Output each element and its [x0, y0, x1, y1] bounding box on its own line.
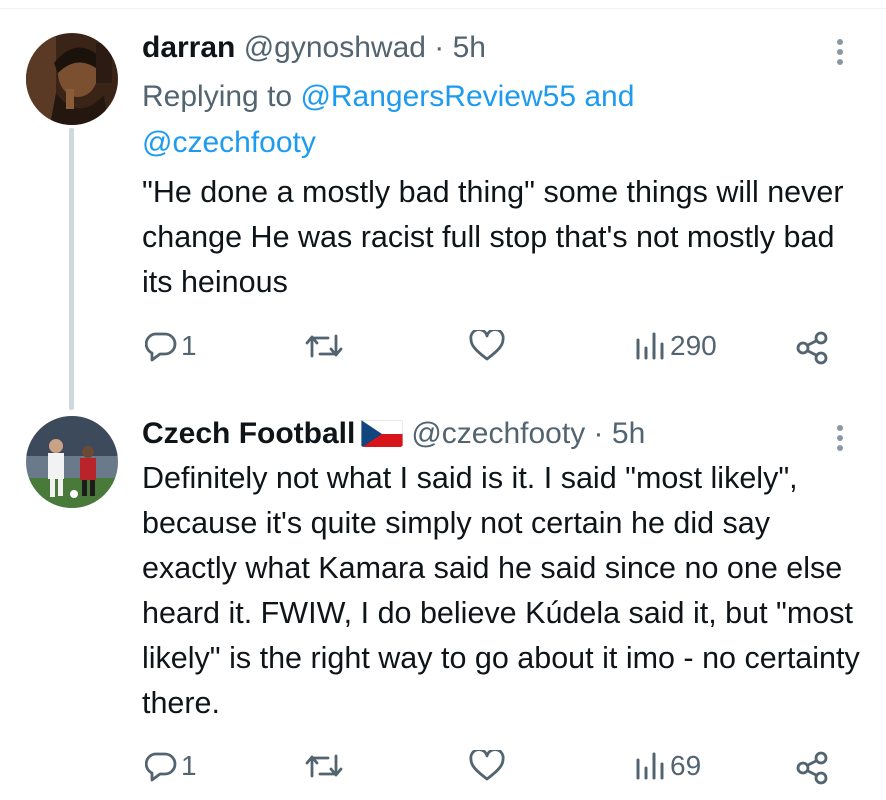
- tweet-darran[interactable]: darran @gynoshwad · 5h Replying to @Rang…: [0, 0, 886, 410]
- tweet-text: "He done a mostly bad thing" some things…: [142, 175, 844, 299]
- views-count: 69: [670, 750, 702, 781]
- reply-count: 1: [181, 750, 197, 781]
- avatar-darran[interactable]: [26, 33, 118, 125]
- separator: ·: [425, 31, 453, 64]
- handle[interactable]: @gynoshwad: [244, 31, 426, 64]
- timestamp[interactable]: 5h: [453, 31, 486, 64]
- views-icon: [636, 332, 664, 360]
- views-button[interactable]: 290: [634, 330, 717, 362]
- tweet-header: darran @gynoshwad · 5h: [142, 28, 486, 68]
- retweet-button[interactable]: [304, 330, 344, 362]
- display-name[interactable]: Czech Football: [142, 417, 355, 450]
- czech-flag-icon: [361, 419, 404, 447]
- views-button[interactable]: 69: [634, 750, 701, 782]
- retweet-button[interactable]: [304, 750, 344, 782]
- more-icon[interactable]: [826, 422, 854, 458]
- share-button[interactable]: [794, 750, 830, 786]
- handle[interactable]: @czechfooty: [411, 417, 585, 450]
- share-icon: [796, 331, 828, 365]
- retweet-icon: [305, 334, 343, 358]
- tweet-header: Czech Football @czechfooty · 5h: [142, 414, 645, 454]
- views-icon: [636, 752, 664, 780]
- replying-to: Replying to @RangersReview55 and @czechf…: [142, 74, 862, 166]
- tweet-czech-football[interactable]: Czech Football @czechfooty · 5h Definitel…: [0, 410, 886, 800]
- reply-prefix: Replying to: [142, 80, 301, 113]
- share-button[interactable]: [794, 330, 830, 366]
- separator: ·: [585, 417, 612, 450]
- reply-button[interactable]: 1: [145, 750, 197, 782]
- like-icon: [469, 330, 505, 361]
- reply-and[interactable]: and: [576, 80, 634, 113]
- views-count: 290: [670, 330, 717, 361]
- avatar-czech-football[interactable]: [26, 416, 118, 508]
- action-bar: 1 290: [0, 330, 886, 370]
- mention-link[interactable]: @RangersReview55: [300, 80, 576, 113]
- display-name[interactable]: darran: [142, 31, 235, 64]
- reply-icon: [145, 332, 177, 362]
- mention-link[interactable]: @czechfooty: [142, 126, 316, 159]
- timestamp[interactable]: 5h: [612, 417, 645, 450]
- retweet-icon: [305, 754, 343, 778]
- like-button[interactable]: [469, 750, 505, 782]
- like-button[interactable]: [469, 330, 505, 362]
- more-icon[interactable]: [826, 36, 854, 72]
- share-icon: [796, 751, 828, 785]
- action-bar: 1 69: [0, 750, 886, 790]
- reply-count: 1: [181, 330, 197, 361]
- reply-icon: [145, 752, 177, 782]
- like-icon: [469, 750, 505, 781]
- tweet-text: Definitely not what I said is it. I said…: [142, 461, 860, 720]
- reply-button[interactable]: 1: [145, 330, 197, 362]
